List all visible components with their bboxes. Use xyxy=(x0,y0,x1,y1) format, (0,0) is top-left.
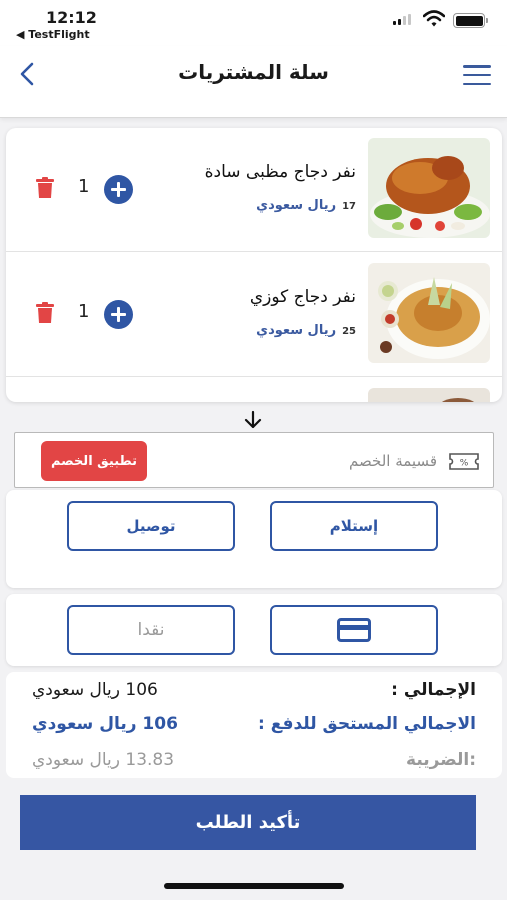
scroll-down-arrow-icon[interactable] xyxy=(240,408,266,432)
increase-quantity-button[interactable] xyxy=(104,175,133,204)
status-time: 12:12 xyxy=(46,8,97,27)
svg-text:%: % xyxy=(460,459,469,469)
payment-options-card: نقدا xyxy=(6,594,502,666)
back-to-app-link[interactable]: ◀ TestFlight xyxy=(16,28,90,41)
hamburger-menu-icon[interactable] xyxy=(463,65,491,85)
item-image-grilled-chicken xyxy=(368,138,490,238)
increase-quantity-button[interactable] xyxy=(104,300,133,329)
cart-item: نفر دجاج كوزي 25ريال سعودي 1 xyxy=(6,253,502,377)
item-image-rice-chicken xyxy=(368,263,490,363)
cart-item-partial xyxy=(6,378,502,402)
tax-label: :الضريبة xyxy=(406,750,476,770)
coupon-section: % تطبيق الخصم xyxy=(14,432,494,488)
apply-discount-button[interactable]: تطبيق الخصم xyxy=(41,441,147,481)
home-indicator xyxy=(164,883,344,889)
page-title: سلة المشتريات xyxy=(178,60,329,84)
amount-due-value: 106 ريال سعودي xyxy=(32,714,178,734)
battery-icon xyxy=(453,13,488,28)
item-quantity: 1 xyxy=(78,301,90,322)
item-quantity: 1 xyxy=(78,176,90,197)
delete-item-icon[interactable] xyxy=(36,302,54,323)
status-bar: 12:12 ◀ TestFlight xyxy=(0,0,507,46)
item-price: 17ريال سعودي xyxy=(256,198,356,213)
signal-icon xyxy=(393,14,411,25)
cart-list[interactable]: نفر دجاج مظبى سادة 17ريال سعودي 1 نفر دج… xyxy=(6,128,502,402)
delivery-options-card: إستلام توصيل xyxy=(6,490,502,588)
card-payment-button[interactable] xyxy=(270,605,438,655)
credit-card-icon xyxy=(337,618,371,642)
wifi-icon xyxy=(423,10,445,27)
coupon-code-input[interactable] xyxy=(237,447,437,475)
order-totals: الإجمالي : 106 ريال سعودي الاجمالي المست… xyxy=(6,672,502,778)
item-name: نفر دجاج مظبى سادة xyxy=(204,162,356,182)
nav-header: سلة المشتريات xyxy=(0,46,507,118)
cash-payment-button[interactable]: نقدا xyxy=(67,605,235,655)
total-label: الإجمالي : xyxy=(391,680,476,700)
total-value: 106 ريال سعودي xyxy=(32,680,158,700)
delete-item-icon[interactable] xyxy=(36,177,54,198)
coupon-ticket-icon: % xyxy=(449,453,479,470)
item-name: نفر دجاج كوزي xyxy=(249,287,356,307)
amount-due-label: الاجمالي المستحق للدفع : xyxy=(258,714,476,734)
item-price: 25ريال سعودي xyxy=(256,323,356,338)
item-image-partial xyxy=(368,388,490,402)
pickup-button[interactable]: إستلام xyxy=(270,501,438,551)
cart-item: نفر دجاج مظبى سادة 17ريال سعودي 1 xyxy=(6,128,502,252)
tax-value: 13.83 ريال سعودي xyxy=(32,750,175,770)
delivery-button[interactable]: توصيل xyxy=(67,501,235,551)
confirm-order-button[interactable]: تأكيد الطلب xyxy=(20,795,476,850)
